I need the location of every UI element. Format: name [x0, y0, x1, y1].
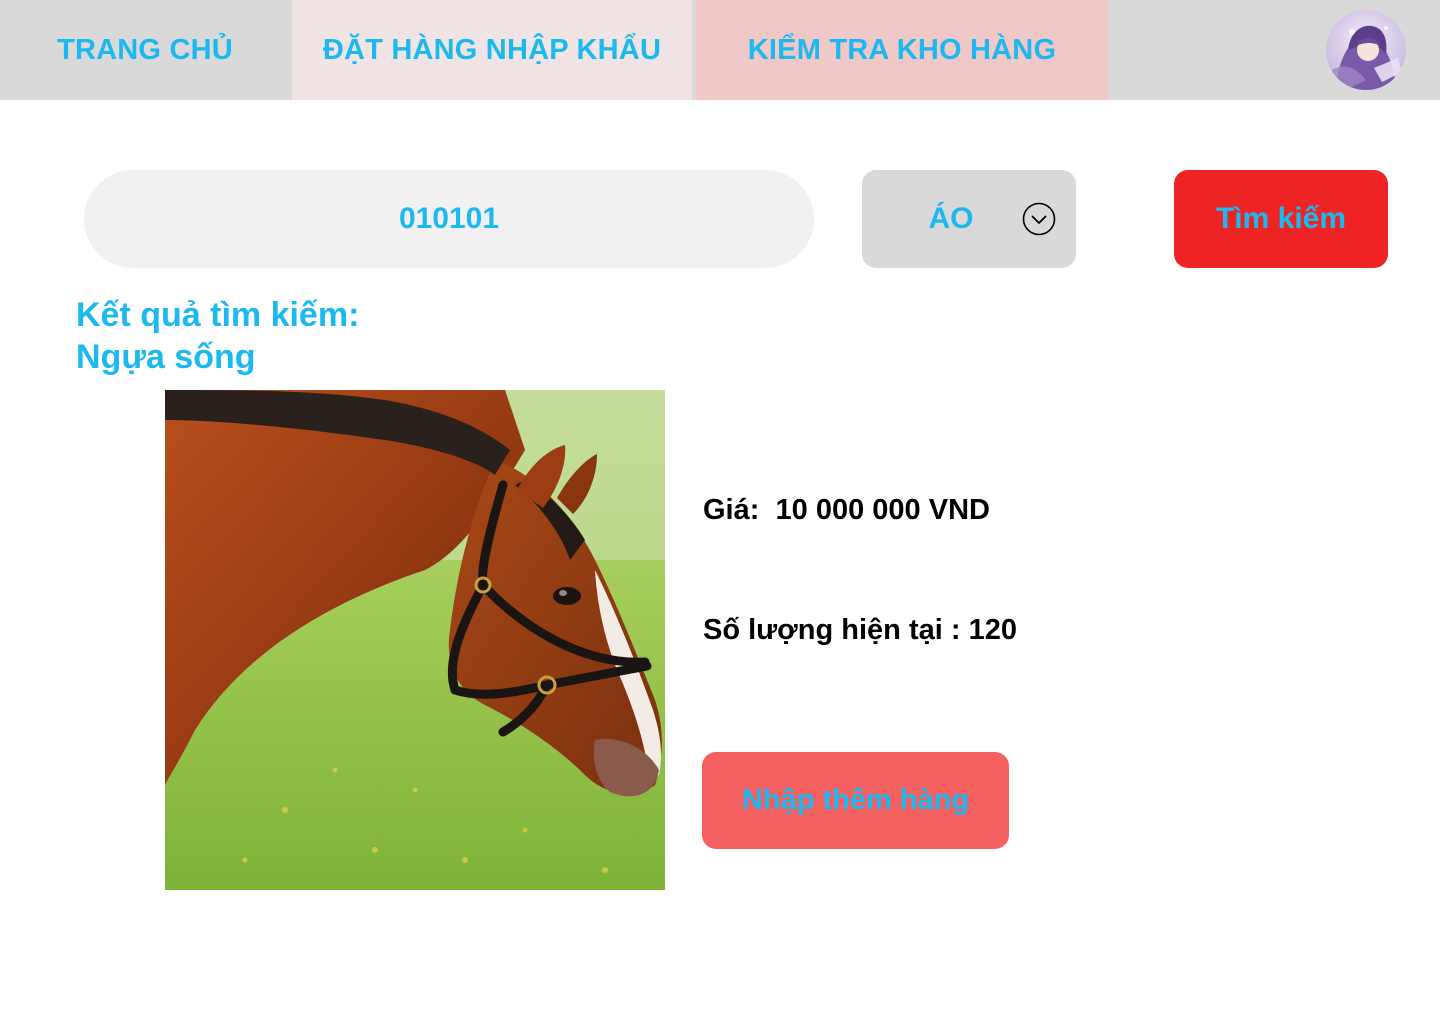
chevron-down-icon — [1022, 202, 1056, 236]
quantity-label: Số lượng hiện tại : — [703, 614, 961, 646]
product-image — [165, 390, 665, 890]
price-label: Giá: — [703, 494, 760, 526]
results-label: Kết quả tìm kiếm: — [76, 296, 360, 334]
search-input[interactable] — [84, 170, 814, 268]
category-select-value: ÁO — [928, 202, 974, 235]
tab-home[interactable]: TRANG CHỦ — [0, 0, 290, 100]
top-navbar: TRANG CHỦ ĐẶT HÀNG NHẬP KHẨU KIỂM TRA KH… — [0, 0, 1440, 100]
restock-button[interactable]: Nhập thêm hàng — [702, 752, 1009, 849]
quantity-value: 120 — [968, 614, 1017, 646]
price-line: Giá: 10 000 000 VND — [703, 494, 990, 527]
horse-image — [165, 390, 665, 890]
tab-import-order[interactable]: ĐẶT HÀNG NHẬP KHẨU — [292, 0, 692, 100]
price-value: 10 000 000 VND — [775, 494, 990, 526]
quantity-line: Số lượng hiện tại : 120 — [703, 614, 1017, 647]
avatar[interactable] — [1326, 10, 1406, 90]
avatar-image — [1326, 10, 1406, 90]
category-select[interactable]: ÁO — [862, 170, 1076, 268]
results-heading: Kết quả tìm kiếm: Ngựa sống — [76, 294, 359, 378]
product-name: Ngựa sống — [76, 338, 256, 376]
tab-check-stock[interactable]: KIỂM TRA KHO HÀNG — [696, 0, 1108, 100]
search-button[interactable]: Tìm kiếm — [1174, 170, 1388, 268]
